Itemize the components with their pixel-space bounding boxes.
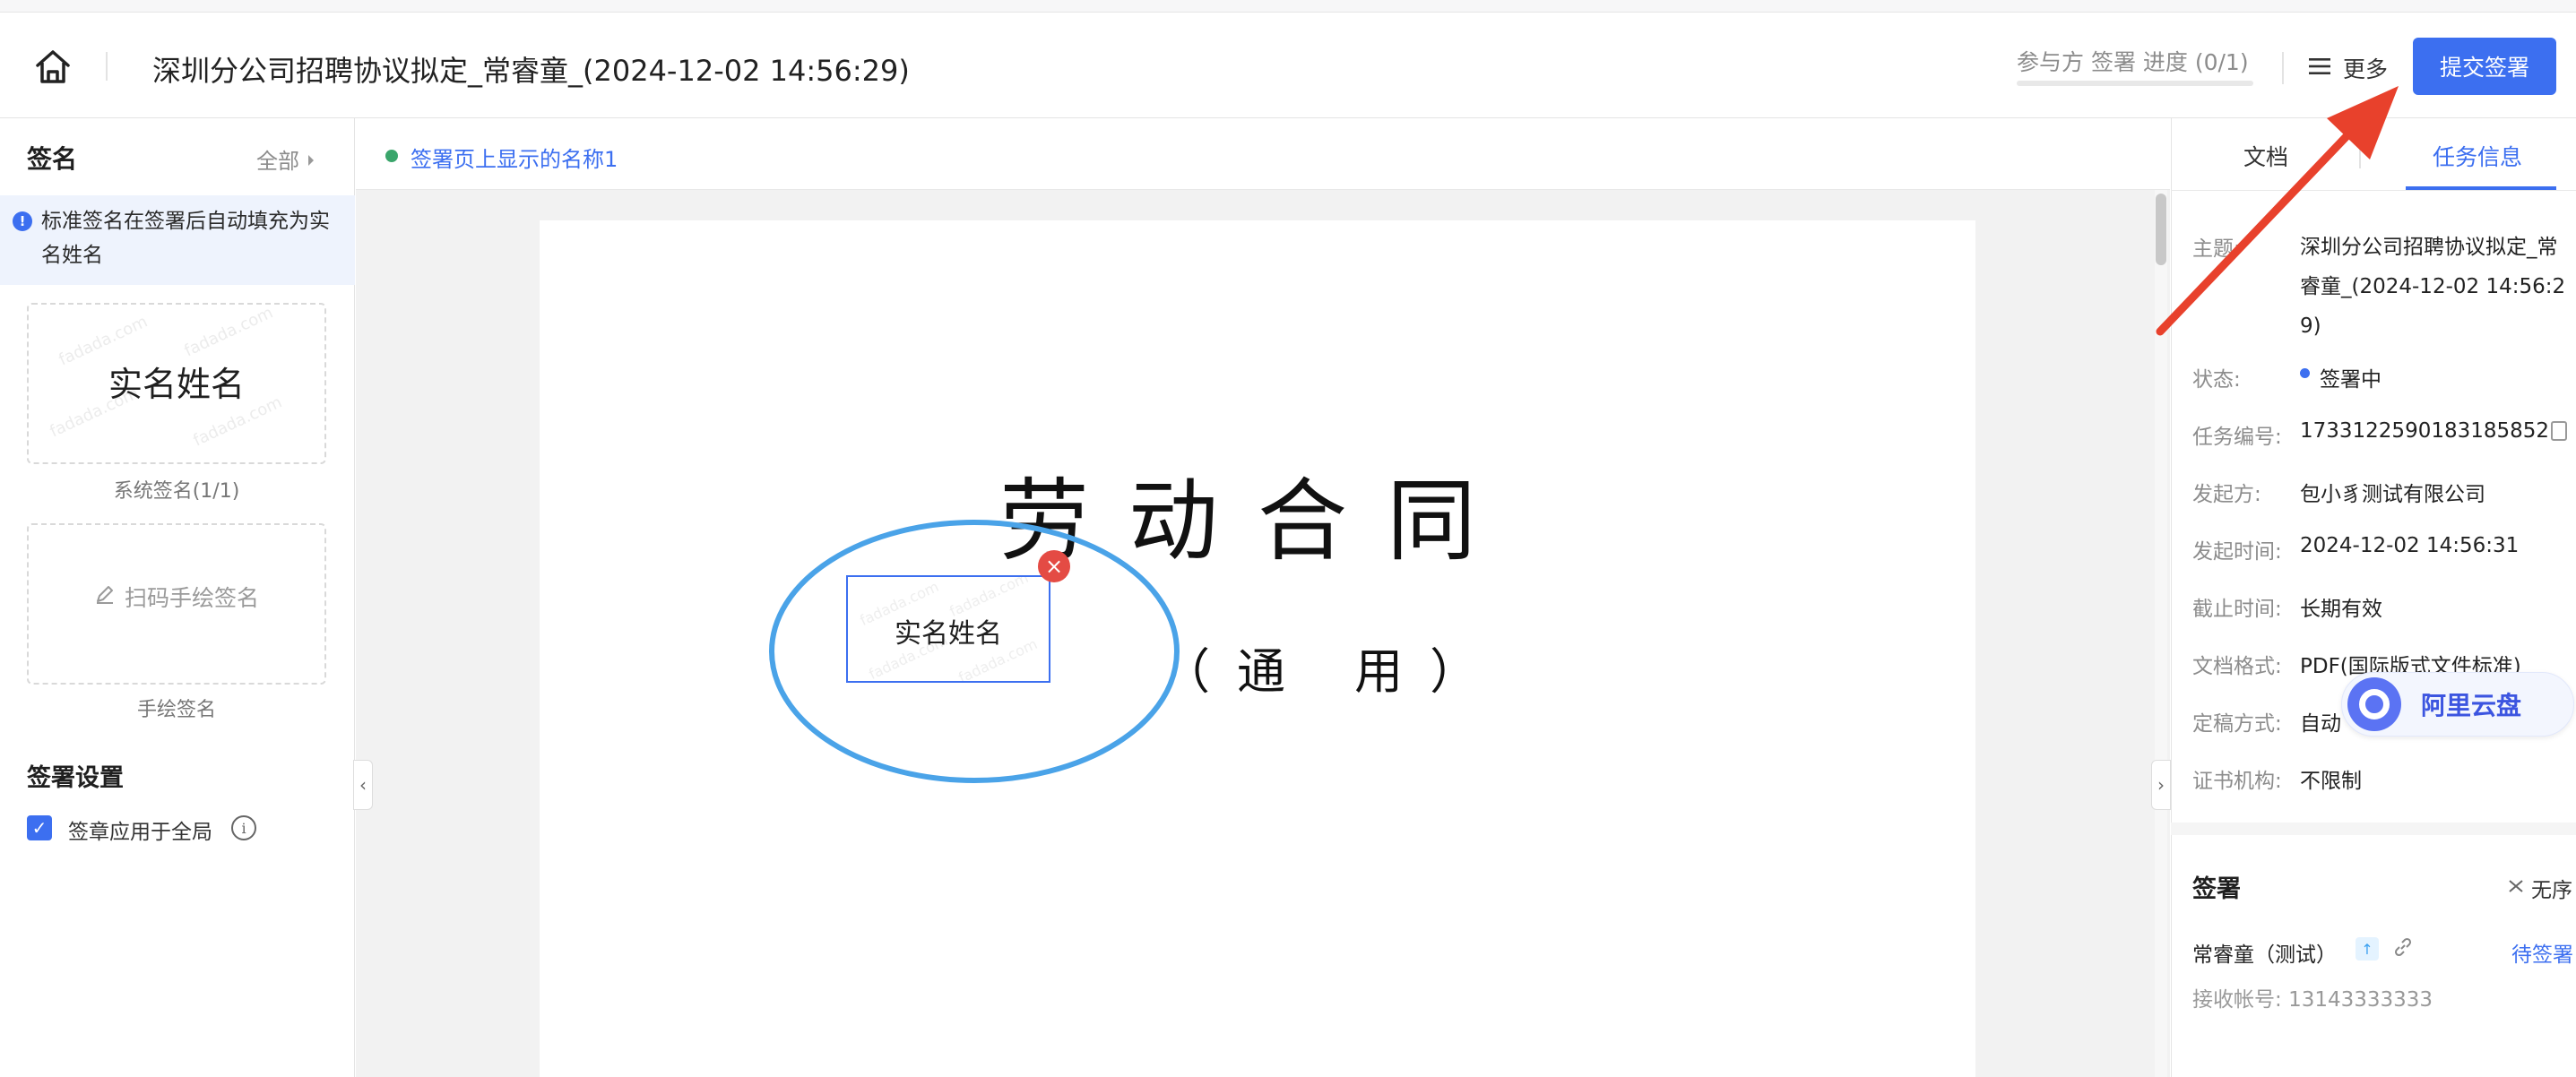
finalize-label: 定稿方式: bbox=[2192, 712, 2282, 736]
arrow-up-icon[interactable]: ↑ bbox=[2356, 937, 2379, 961]
cert-value: 不限制 bbox=[2300, 770, 2362, 793]
start-time-value: 2024-12-02 14:56:31 bbox=[2300, 534, 2520, 557]
apply-global-checkbox[interactable]: ✓ bbox=[27, 815, 52, 840]
system-signature-text: 实名姓名 bbox=[108, 365, 245, 404]
status-value: 签署中 bbox=[2320, 368, 2382, 392]
task-no-label: 任务编号: bbox=[2192, 426, 2282, 449]
deadline-value: 长期有效 bbox=[2300, 598, 2382, 621]
shuffle-icon bbox=[2508, 876, 2524, 900]
receiver-label: 接收帐号: bbox=[2192, 988, 2282, 1012]
system-signature-caption: 系统签名(1/1) bbox=[113, 480, 240, 503]
page-title: 深圳分公司招聘协议拟定_常睿童_(2024-12-02 14:56:29) bbox=[152, 54, 910, 88]
order-mode-toggle[interactable]: 无序 bbox=[2508, 873, 2572, 903]
info-icon[interactable]: i bbox=[231, 815, 256, 840]
signature-field-text: 实名姓名 bbox=[895, 618, 1002, 650]
status-dot bbox=[385, 150, 398, 162]
format-label: 文档格式: bbox=[2192, 655, 2282, 678]
status-dot bbox=[2300, 368, 2310, 378]
display-name-label[interactable]: 签署页上显示的名称1 bbox=[411, 142, 618, 173]
signing-section-title: 签署 bbox=[2192, 875, 2241, 903]
document-scrollbar[interactable] bbox=[2155, 190, 2167, 1077]
copy-icon[interactable] bbox=[2551, 421, 2567, 441]
remove-signature-icon[interactable]: × bbox=[1038, 550, 1070, 582]
header-divider bbox=[106, 52, 108, 81]
tab-task-info[interactable]: 任务信息 bbox=[2406, 140, 2549, 172]
subject-label: 主题: bbox=[2192, 237, 2241, 261]
apply-global-label: 签章应用于全局 bbox=[68, 821, 212, 844]
collapse-right-panel-icon[interactable]: › bbox=[2151, 760, 2171, 810]
start-time-label: 发起时间: bbox=[2192, 540, 2282, 564]
signing-progress-bar bbox=[2017, 81, 2253, 86]
window-top-strip bbox=[0, 0, 2576, 13]
aliyun-label: 阿里云盘 bbox=[2421, 691, 2522, 720]
info-circle-icon: ! bbox=[13, 211, 32, 231]
deadline-label: 截止时间: bbox=[2192, 598, 2282, 621]
status-label: 状态: bbox=[2192, 368, 2241, 392]
caret-right-icon bbox=[307, 147, 316, 172]
document-title: 劳动合同 bbox=[999, 469, 1516, 573]
initiator-value: 包小豸测试有限公司 bbox=[2300, 483, 2485, 506]
menu-icon bbox=[2309, 56, 2330, 82]
more-label: 更多 bbox=[2343, 56, 2389, 82]
signer-name: 常睿童（测试） bbox=[2192, 943, 2337, 967]
tab-bar-border bbox=[2171, 190, 2576, 191]
show-all-label: 全部 bbox=[256, 149, 299, 174]
header-divider-right bbox=[2282, 52, 2284, 84]
watermark: fadada.com bbox=[181, 303, 276, 361]
tab-divider bbox=[2359, 138, 2361, 168]
cert-label: 证书机构: bbox=[2192, 770, 2282, 793]
section-divider bbox=[2171, 823, 2576, 835]
signature-panel-title: 签名 bbox=[27, 144, 78, 174]
more-menu-button[interactable]: 更多 bbox=[2309, 50, 2388, 86]
pen-icon bbox=[94, 583, 116, 610]
order-mode-label: 无序 bbox=[2531, 879, 2572, 902]
submit-sign-button[interactable]: 提交签署 bbox=[2413, 38, 2556, 95]
sign-settings-title: 签署设置 bbox=[27, 764, 124, 792]
receiver-value: 13143333333 bbox=[2288, 988, 2433, 1012]
task-no-value: 1733122590183185852 bbox=[2300, 419, 2550, 443]
document-subtitle: （通 用） bbox=[1162, 643, 1506, 700]
scrollbar-thumb[interactable] bbox=[2156, 194, 2166, 265]
home-icon[interactable] bbox=[32, 47, 73, 88]
signer-name-bar bbox=[356, 118, 2170, 190]
finalize-value: 自动 bbox=[2300, 712, 2341, 736]
collapse-left-panel-icon[interactable]: ‹ bbox=[353, 760, 373, 810]
hand-signature-caption: 手绘签名 bbox=[136, 699, 216, 721]
signer-status[interactable]: 待签署 bbox=[2511, 937, 2573, 968]
signing-progress-label: 参与方 签署 进度 (0/1) bbox=[2017, 49, 2249, 75]
hand-signature-button[interactable]: 扫码手绘签名 bbox=[27, 581, 326, 613]
hand-signature-label: 扫码手绘签名 bbox=[124, 585, 259, 611]
subject-value: 深圳分公司招聘协议拟定_常睿童_(2024-12-02 14:56:29) bbox=[2300, 236, 2566, 338]
aliyun-logo-icon bbox=[2347, 677, 2401, 731]
initiator-label: 发起方: bbox=[2192, 483, 2261, 506]
signature-tip-text: 标准签名在签署后自动填充为实名姓名 bbox=[41, 210, 330, 267]
receiver-account: 接收帐号: 13143333333 bbox=[2192, 982, 2433, 1012]
link-icon[interactable] bbox=[2391, 935, 2415, 964]
aliyun-drive-widget[interactable]: 阿里云盘 bbox=[2341, 672, 2574, 737]
tab-document[interactable]: 文档 bbox=[2214, 140, 2318, 172]
show-all-filter[interactable]: 全部 bbox=[256, 143, 316, 175]
